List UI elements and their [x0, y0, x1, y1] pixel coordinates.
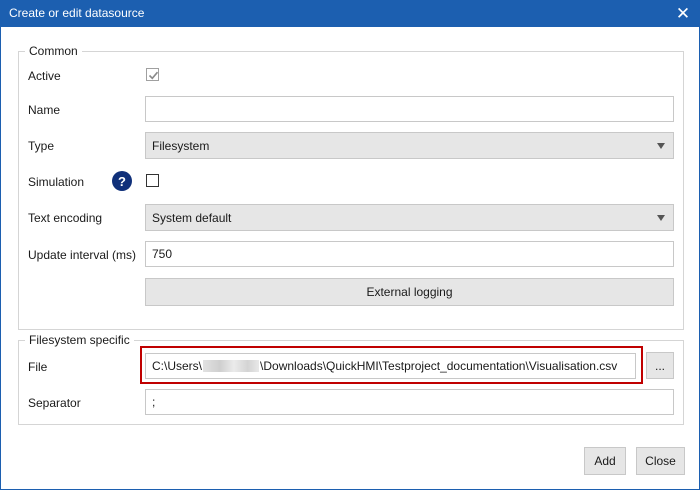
update-interval-label: Update interval (ms) [28, 248, 137, 262]
add-button[interactable]: Add [584, 447, 626, 475]
active-label: Active [28, 69, 61, 83]
close-button[interactable]: Close [636, 447, 685, 475]
type-select-value: Filesystem [152, 138, 210, 153]
text-encoding-value: System default [152, 210, 232, 225]
common-legend: Common [25, 44, 82, 58]
separator-input[interactable]: ; [145, 389, 674, 415]
redacted-username [203, 360, 260, 372]
filesystem-legend: Filesystem specific [25, 333, 134, 347]
simulation-checkbox[interactable] [146, 174, 159, 187]
file-path-input[interactable]: C:\Users\ \Downloads\QuickHMI\Testprojec… [145, 353, 636, 379]
name-input[interactable] [145, 96, 674, 122]
simulation-label: Simulation [28, 175, 85, 189]
type-label: Type [28, 139, 55, 153]
type-select[interactable]: Filesystem [145, 132, 674, 159]
text-encoding-select[interactable]: System default [145, 204, 674, 231]
chevron-down-icon [657, 143, 665, 149]
active-checkbox[interactable] [146, 68, 159, 81]
window-title: Create or edit datasource [9, 6, 145, 20]
separator-label: Separator [28, 396, 81, 410]
chevron-down-icon [657, 215, 665, 221]
title-bar: Create or edit datasource ✕ [0, 0, 700, 27]
text-encoding-label: Text encoding [28, 211, 103, 225]
file-path-prefix: C:\Users\ [152, 359, 203, 373]
external-logging-button[interactable]: External logging [145, 278, 674, 306]
help-icon[interactable]: ? [112, 171, 132, 191]
checkmark-icon [148, 71, 159, 80]
update-interval-input[interactable]: 750 [145, 241, 674, 267]
file-path-suffix: \Downloads\QuickHMI\Testproject_document… [260, 359, 618, 373]
file-label: File [28, 360, 48, 374]
close-icon[interactable]: ✕ [666, 0, 700, 27]
browse-button[interactable]: ... [646, 352, 674, 379]
dialog-body: Common Active Name Type Filesystem Simul… [0, 27, 700, 490]
name-label: Name [28, 103, 61, 117]
